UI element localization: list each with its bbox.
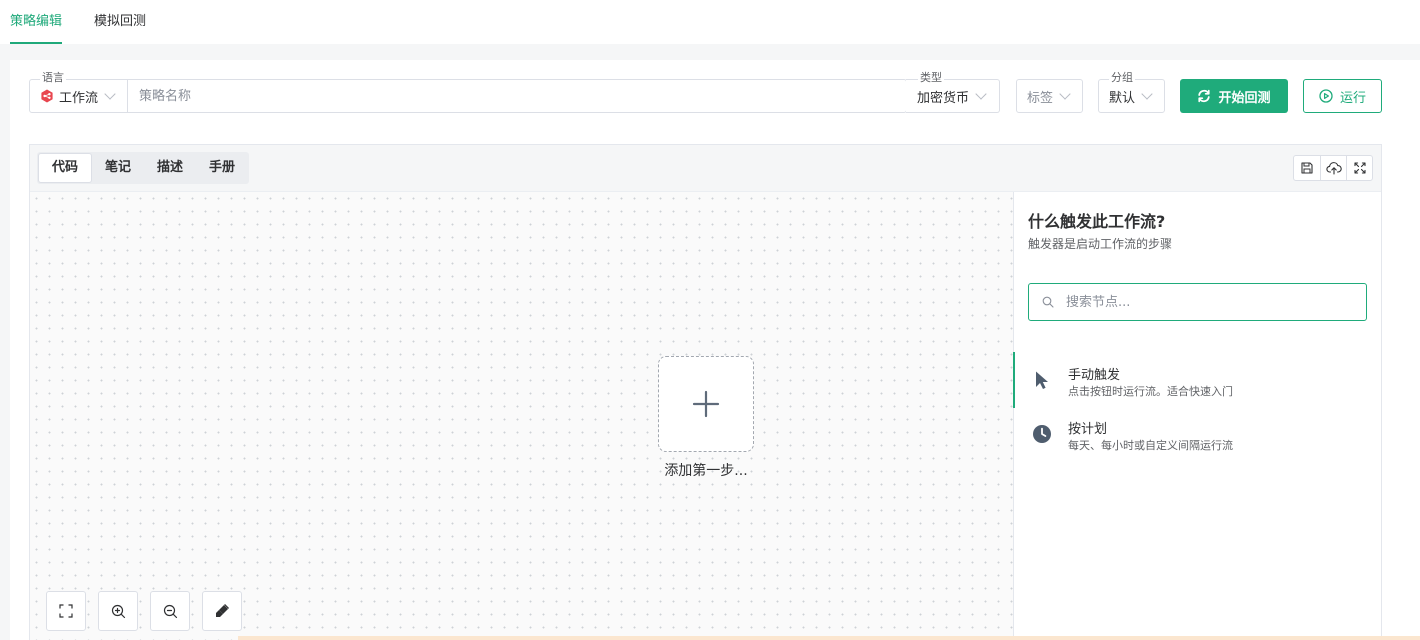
type-select[interactable]: 加密货币 bbox=[906, 79, 1000, 113]
cloud-upload-icon bbox=[1325, 162, 1342, 175]
play-circle-icon bbox=[1319, 89, 1333, 103]
language-label: 语言 bbox=[40, 71, 66, 84]
workflow-logo-icon bbox=[41, 89, 53, 103]
tab-strategy-edit-label: 策略编辑 bbox=[10, 14, 63, 29]
chevron-down-icon bbox=[1059, 88, 1071, 100]
side-panel-title: 什么触发此工作流? bbox=[1028, 212, 1166, 231]
editor-header: 代码 笔记 描述 手册 bbox=[30, 145, 1381, 192]
zoom-out-icon bbox=[163, 604, 177, 618]
workflow-canvas[interactable]: 添加第一步... bbox=[30, 192, 1013, 640]
tab-notes-label: 笔记 bbox=[105, 160, 132, 175]
tab-backtest-sim-label: 模拟回测 bbox=[94, 14, 147, 29]
tab-manual-label: 手册 bbox=[209, 160, 236, 175]
search-icon bbox=[1042, 296, 1054, 308]
tab-notes[interactable]: 笔记 bbox=[92, 153, 144, 183]
trigger-item-manual[interactable]: 手动触发 点击按钮时运行流。适合快速入门 bbox=[1013, 352, 1382, 408]
add-first-step-label: 添加第一步... bbox=[664, 463, 748, 479]
fit-view-button[interactable] bbox=[46, 591, 86, 631]
cursor-icon bbox=[1036, 371, 1048, 389]
refresh-icon bbox=[1198, 89, 1211, 103]
tab-description-label: 描述 bbox=[157, 160, 184, 175]
bottom-strip bbox=[238, 636, 1420, 640]
upload-button[interactable] bbox=[1320, 156, 1346, 180]
start-backtest-label: 开始回测 bbox=[1218, 90, 1271, 106]
start-backtest-button[interactable]: 开始回测 bbox=[1180, 79, 1288, 113]
trigger-side-panel: 什么触发此工作流? 触发器是启动工作流的步骤 手动触发 点击按钮时运行流。适合快… bbox=[1013, 192, 1381, 640]
editor-tabs: 代码 笔记 描述 手册 bbox=[37, 152, 250, 184]
tag-placeholder: 标签 bbox=[1027, 90, 1054, 106]
side-panel-subtitle: 触发器是启动工作流的步骤 bbox=[1028, 237, 1173, 251]
add-first-step-button[interactable] bbox=[658, 356, 754, 452]
editor-panel: 代码 笔记 描述 手册 添加第一步... 什么触发此工作流? 触发器是启动工作流… bbox=[29, 144, 1382, 640]
fullscreen-button[interactable] bbox=[1346, 156, 1372, 180]
group-value: 默认 bbox=[1109, 90, 1136, 106]
language-select[interactable]: 工作流 bbox=[30, 80, 128, 112]
group-label: 分组 bbox=[1109, 71, 1135, 84]
tab-manual[interactable]: 手册 bbox=[196, 153, 248, 183]
trigger-schedule-name: 按计划 bbox=[1068, 422, 1108, 437]
zoom-out-button[interactable] bbox=[150, 591, 190, 631]
run-label: 运行 bbox=[1339, 90, 1366, 106]
trigger-item-schedule[interactable]: 按计划 每天、每小时或自定义间隔运行流 bbox=[1014, 410, 1382, 466]
plus-icon bbox=[692, 390, 720, 418]
type-label: 类型 bbox=[918, 71, 944, 84]
group-select[interactable]: 默认 bbox=[1098, 79, 1165, 113]
fullscreen-icon bbox=[1353, 162, 1366, 174]
tab-code[interactable]: 代码 bbox=[38, 153, 93, 183]
strategy-card: 工作流 语言 加密货币 类型 标签 默认 分组 开始回测 bbox=[10, 60, 1420, 640]
clear-icon bbox=[216, 603, 230, 617]
trigger-schedule-desc: 每天、每小时或自定义间隔运行流 bbox=[1068, 439, 1233, 452]
language-value: 工作流 bbox=[59, 90, 99, 106]
chevron-down-icon bbox=[975, 88, 987, 100]
strategy-name-input[interactable] bbox=[128, 80, 906, 112]
chevron-down-icon bbox=[104, 88, 116, 100]
clock-icon bbox=[1033, 425, 1051, 443]
top-tab-bar: 策略编辑 模拟回测 bbox=[0, 0, 1420, 44]
zoom-in-button[interactable] bbox=[98, 591, 138, 631]
run-button[interactable]: 运行 bbox=[1303, 79, 1382, 113]
zoom-in-icon bbox=[111, 604, 125, 618]
active-tab-indicator bbox=[10, 42, 63, 44]
node-search-box bbox=[1028, 283, 1367, 321]
type-value: 加密货币 bbox=[917, 90, 970, 106]
tab-code-label: 代码 bbox=[52, 160, 79, 175]
tab-backtest-sim[interactable]: 模拟回测 bbox=[94, 0, 146, 44]
trigger-manual-desc: 点击按钮时运行流。适合快速入门 bbox=[1068, 385, 1233, 398]
fit-view-icon bbox=[59, 604, 73, 618]
tab-strategy-edit[interactable]: 策略编辑 bbox=[10, 0, 63, 44]
save-button[interactable] bbox=[1294, 156, 1320, 180]
chevron-down-icon bbox=[1141, 88, 1153, 100]
trigger-manual-name: 手动触发 bbox=[1068, 368, 1121, 383]
tag-select[interactable]: 标签 bbox=[1016, 79, 1083, 113]
clear-canvas-button[interactable] bbox=[202, 591, 242, 631]
name-field-group: 工作流 bbox=[29, 79, 907, 113]
save-icon bbox=[1301, 162, 1313, 174]
editor-toolbar bbox=[1293, 155, 1373, 181]
node-search-input[interactable] bbox=[1066, 284, 1366, 320]
tab-description[interactable]: 描述 bbox=[144, 153, 196, 183]
